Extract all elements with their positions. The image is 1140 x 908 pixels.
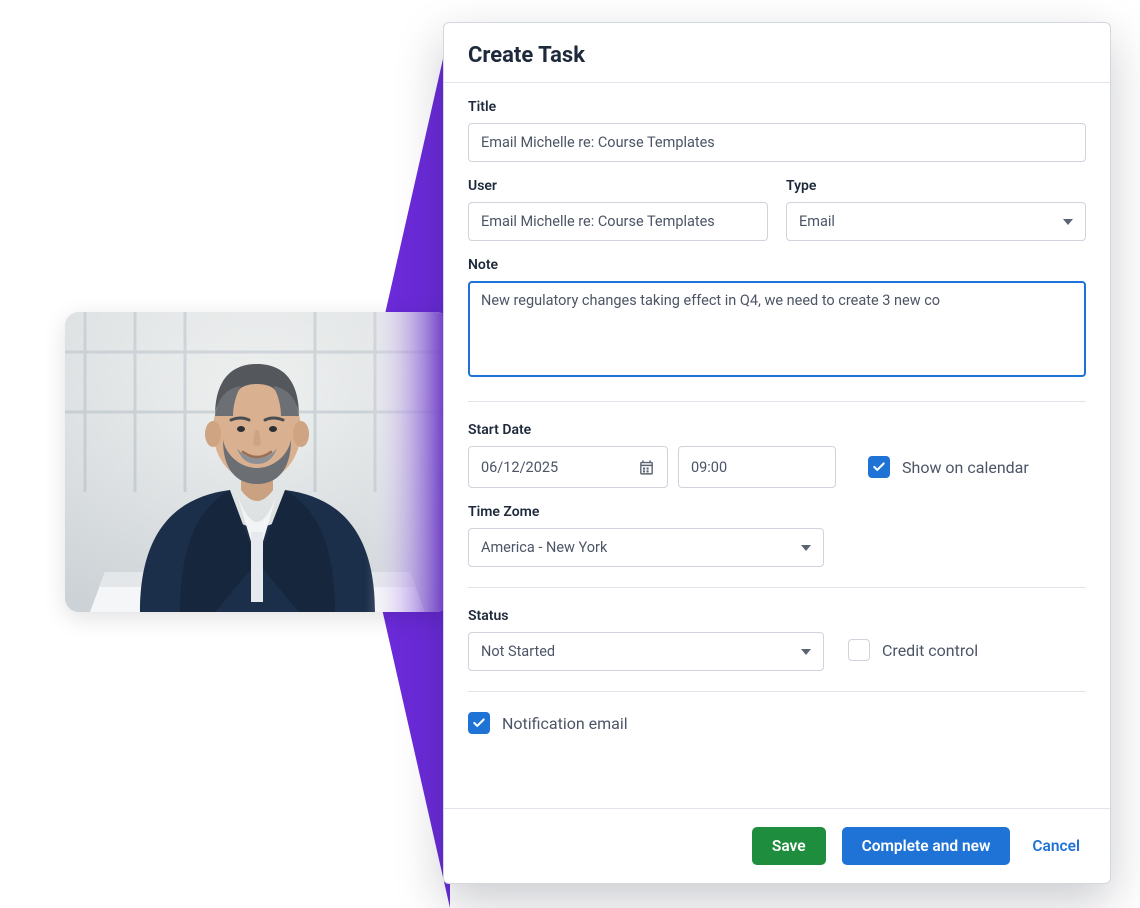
start-time-input[interactable]: 09:00 xyxy=(678,446,836,488)
notification-email-checkbox[interactable]: Notification email xyxy=(468,712,1086,734)
divider xyxy=(468,401,1086,402)
note-textarea[interactable] xyxy=(468,281,1086,377)
type-select[interactable]: Email xyxy=(786,202,1086,241)
checkbox-icon xyxy=(848,639,870,661)
credit-control-label: Credit control xyxy=(882,641,978,660)
chevron-down-icon xyxy=(801,545,811,551)
status-label: Status xyxy=(468,608,824,624)
title-label: Title xyxy=(468,99,1086,115)
chevron-down-icon xyxy=(1063,219,1073,225)
user-label: User xyxy=(468,178,768,194)
timezone-label: Time Zome xyxy=(468,504,1086,520)
divider xyxy=(468,587,1086,588)
start-time-value: 09:00 xyxy=(691,459,727,476)
notification-email-label: Notification email xyxy=(502,714,628,733)
status-col: Status Not Started xyxy=(468,608,824,671)
modal-title: Create Task xyxy=(468,43,1086,68)
checkbox-icon xyxy=(468,712,490,734)
user-input[interactable] xyxy=(468,202,768,241)
checkbox-icon xyxy=(868,456,890,478)
modal-header: Create Task xyxy=(444,23,1110,83)
cancel-button[interactable]: Cancel xyxy=(1026,827,1086,865)
type-col: Type Email xyxy=(786,178,1086,241)
calendar-icon xyxy=(638,459,655,476)
timezone-value: America - New York xyxy=(481,539,607,556)
type-label: Type xyxy=(786,178,1086,194)
credit-control-checkbox[interactable]: Credit control xyxy=(848,639,978,661)
type-value: Email xyxy=(799,213,835,230)
modal-body: Title User Type Email Note S xyxy=(444,83,1110,808)
status-row: Status Not Started Credit control xyxy=(468,608,1086,671)
timezone-select[interactable]: America - New York xyxy=(468,528,824,567)
start-date-label: Start Date xyxy=(468,422,1086,438)
modal-footer: Save Complete and new Cancel xyxy=(444,808,1110,883)
note-section: Note xyxy=(468,257,1086,381)
title-input[interactable] xyxy=(468,123,1086,162)
note-label: Note xyxy=(468,257,1086,273)
start-date-input[interactable]: 06/12/2025 xyxy=(468,446,668,488)
chevron-down-icon xyxy=(801,649,811,655)
status-value: Not Started xyxy=(481,643,555,660)
start-date-section: Start Date 06/12/2025 09:00 S xyxy=(468,422,1086,488)
status-select[interactable]: Not Started xyxy=(468,632,824,671)
start-date-value: 06/12/2025 xyxy=(481,459,558,476)
title-section: Title xyxy=(468,99,1086,162)
user-col: User xyxy=(468,178,768,241)
timezone-section: Time Zome America - New York xyxy=(468,504,1086,567)
create-task-modal: Create Task Title User Type Email Note xyxy=(443,22,1111,884)
person-photo xyxy=(65,312,450,612)
user-type-row: User Type Email xyxy=(468,178,1086,241)
show-on-calendar-label: Show on calendar xyxy=(902,458,1029,477)
divider xyxy=(468,691,1086,692)
show-on-calendar-checkbox[interactable]: Show on calendar xyxy=(868,456,1029,478)
complete-and-new-button[interactable]: Complete and new xyxy=(842,827,1011,865)
save-button[interactable]: Save xyxy=(752,827,826,865)
